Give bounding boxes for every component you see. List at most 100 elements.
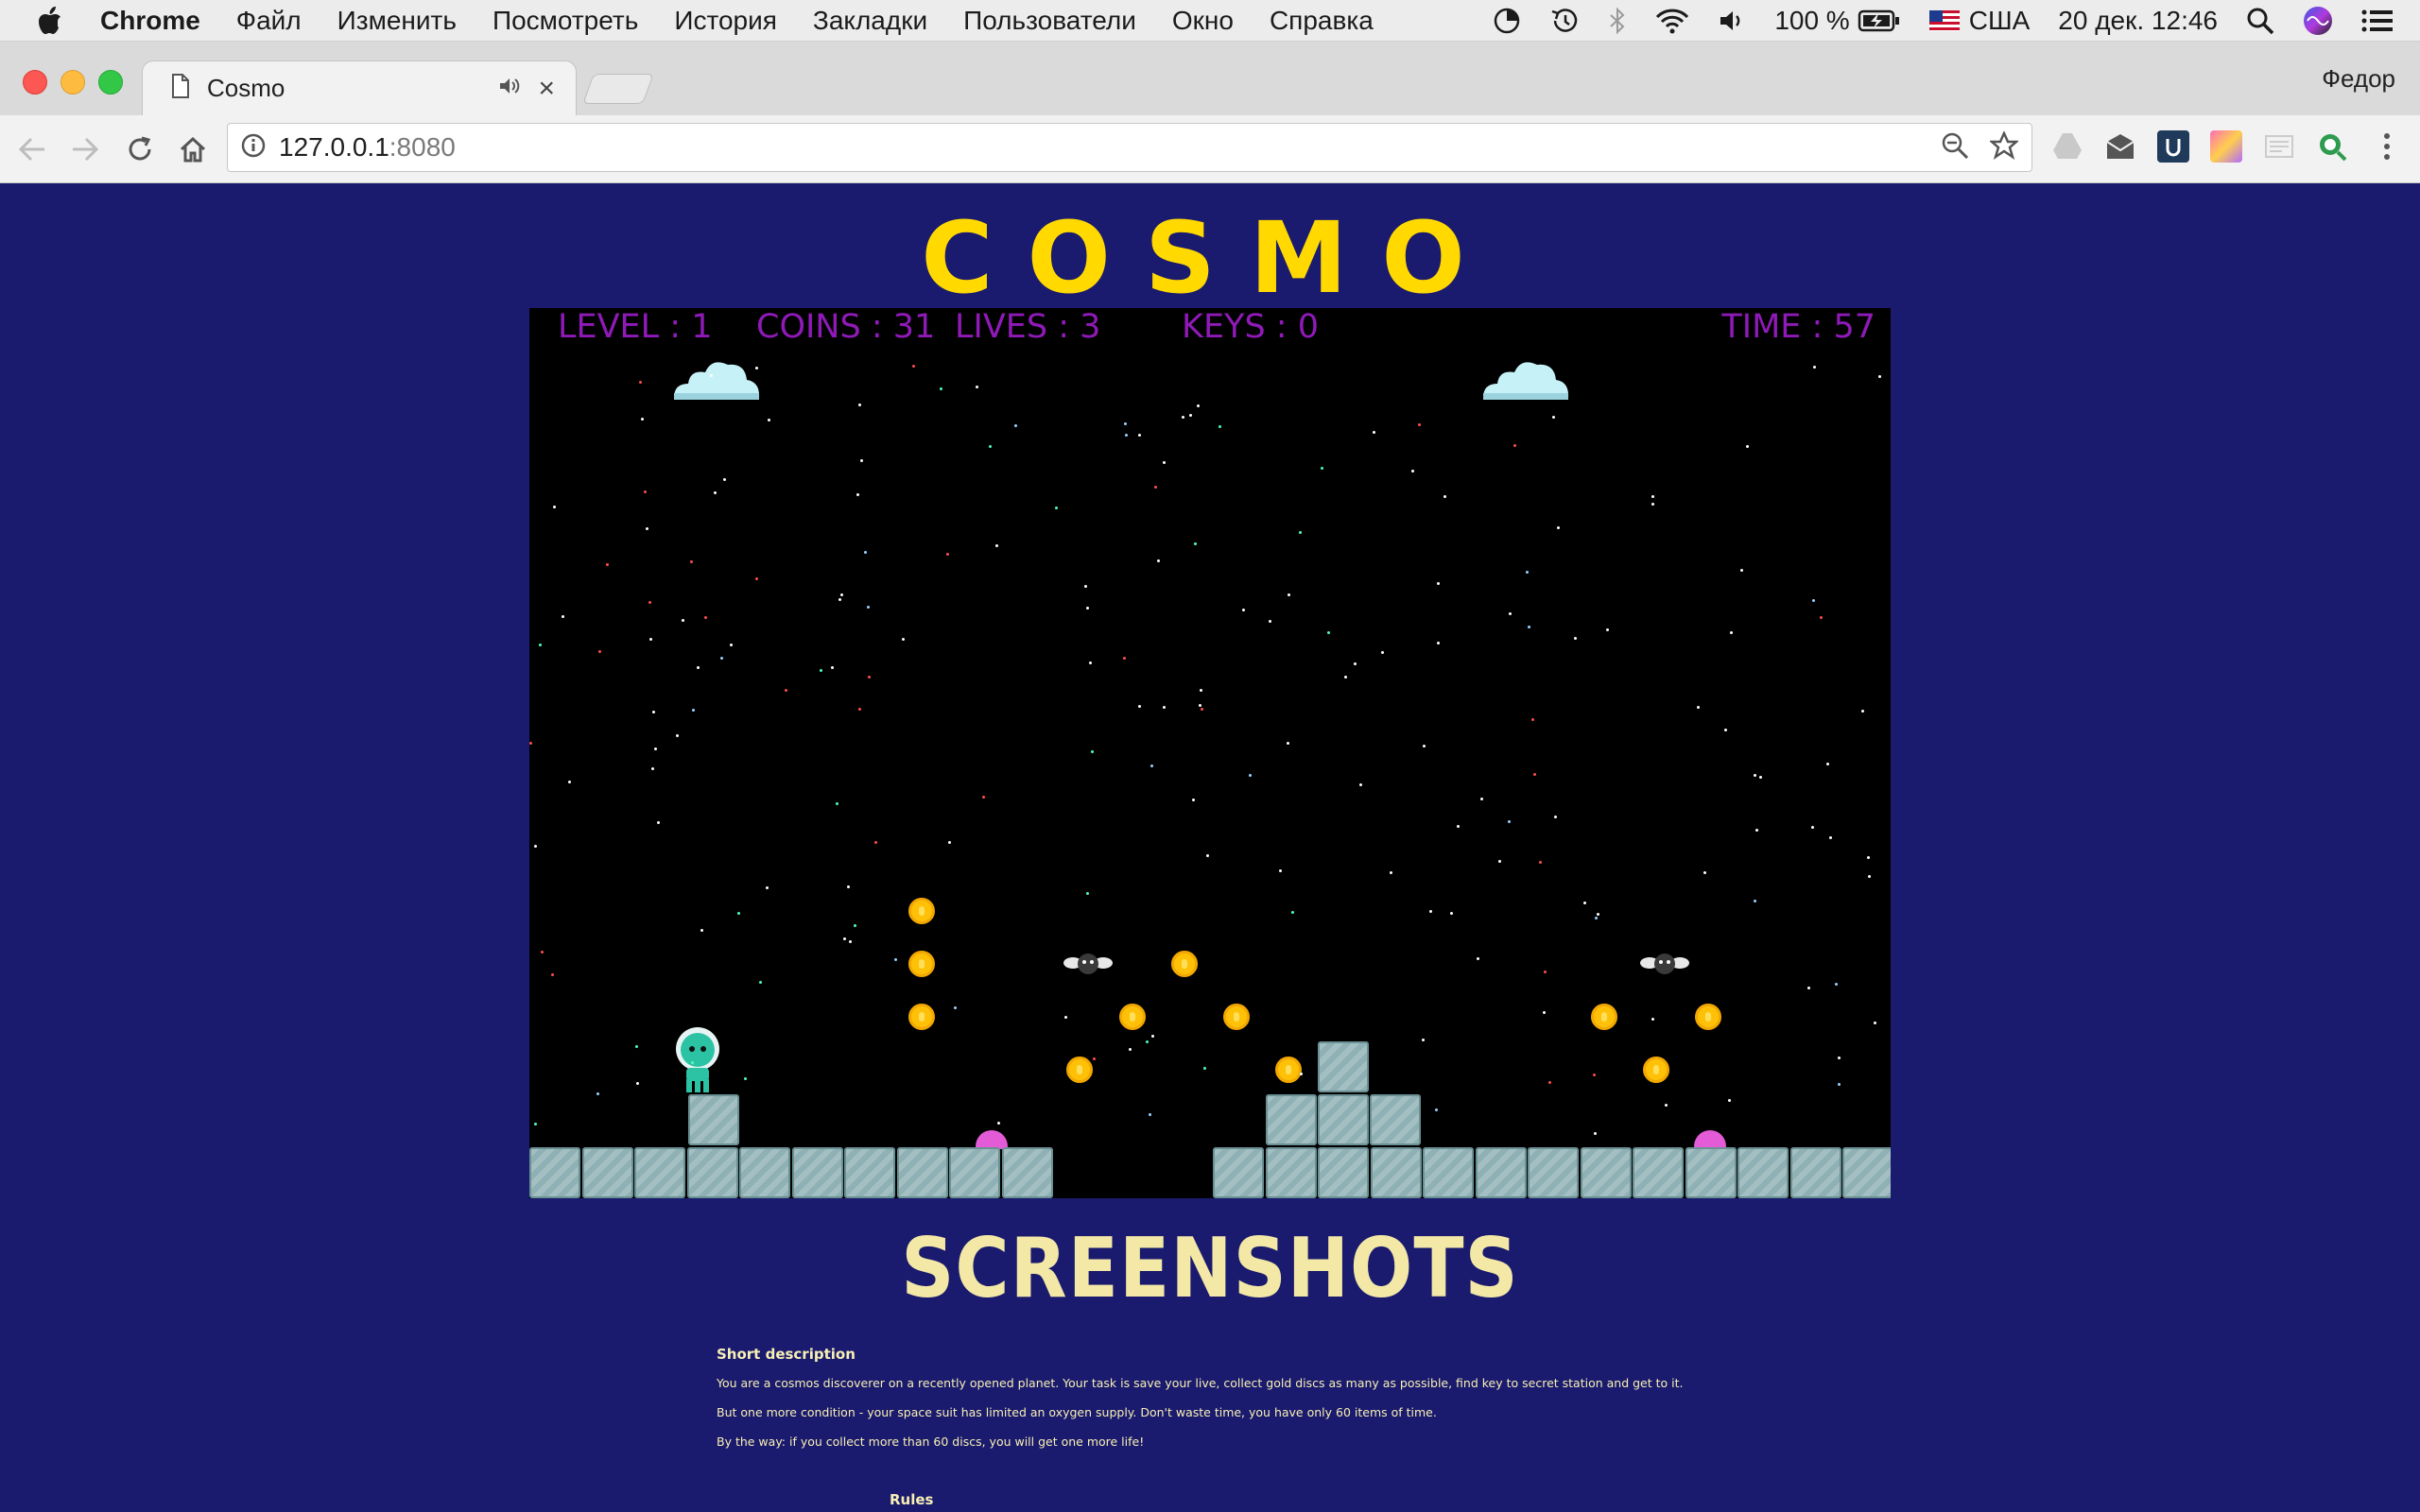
wifi-icon[interactable] — [1655, 8, 1689, 34]
time-machine-icon[interactable] — [1549, 7, 1580, 35]
color-extension-icon[interactable] — [2210, 130, 2242, 163]
star — [1200, 689, 1202, 692]
site-info-icon[interactable] — [241, 133, 266, 163]
star — [1084, 585, 1087, 588]
spotlight-search-icon[interactable] — [2246, 7, 2274, 35]
star — [710, 374, 713, 377]
browser-tab-strip: Cosmo × Федор — [0, 42, 2420, 115]
zoom-out-icon[interactable] — [1941, 131, 1969, 164]
description-paragraph: By the way: if you collect more than 60 … — [717, 1435, 1145, 1449]
star — [1838, 1057, 1841, 1059]
star — [1129, 1048, 1132, 1051]
ground-block — [1580, 1147, 1632, 1198]
star — [1450, 912, 1453, 915]
star — [1299, 531, 1302, 534]
window-minimize-button[interactable] — [60, 70, 85, 94]
home-icon[interactable] — [176, 132, 210, 166]
astronaut-player-icon — [676, 1027, 719, 1092]
star — [1509, 612, 1512, 615]
star — [1724, 729, 1727, 731]
ground-block — [529, 1147, 580, 1198]
reload-icon[interactable] — [123, 132, 157, 166]
gold-coin — [1591, 1004, 1617, 1030]
gold-coin — [1171, 951, 1198, 977]
star — [755, 577, 758, 580]
new-tab-button[interactable] — [582, 74, 654, 104]
star — [1146, 1040, 1149, 1043]
screenshots-heading: SCREENSHOTS — [901, 1221, 1519, 1317]
bookmark-star-icon[interactable] — [1988, 129, 2020, 164]
battery-charging-icon[interactable] — [1858, 9, 1901, 33]
address-bar[interactable]: 127.0.0.1:8080 — [227, 123, 2032, 172]
volume-icon[interactable] — [1718, 8, 1746, 34]
search-extension-icon[interactable] — [2316, 130, 2348, 163]
star — [635, 1045, 638, 1048]
forward-arrow-icon[interactable] — [68, 132, 102, 166]
star — [1163, 461, 1166, 464]
star — [648, 601, 651, 604]
star — [1754, 774, 1756, 777]
star — [1327, 631, 1330, 634]
star — [1086, 607, 1089, 610]
chrome-menu-icon[interactable] — [2371, 130, 2403, 163]
siri-icon[interactable] — [2303, 6, 2333, 36]
ground-block — [1423, 1147, 1474, 1198]
menu-people[interactable]: Пользователи — [963, 6, 1136, 36]
profile-name[interactable]: Федор — [2322, 64, 2395, 94]
menu-file[interactable]: Файл — [236, 6, 302, 36]
star — [1154, 486, 1157, 489]
star — [534, 1123, 537, 1125]
browser-tab-cosmo[interactable]: Cosmo × — [142, 60, 577, 115]
back-arrow-icon[interactable] — [15, 132, 49, 166]
menu-history[interactable]: История — [674, 6, 777, 36]
star — [1321, 467, 1323, 470]
mail-extension-icon[interactable] — [2104, 130, 2136, 163]
screen-time-icon[interactable] — [1493, 7, 1521, 35]
star — [676, 734, 679, 737]
ground-block — [896, 1147, 948, 1198]
star — [1291, 911, 1294, 914]
menu-edit[interactable]: Изменить — [337, 6, 457, 36]
url-host: 127.0.0.1 — [279, 132, 389, 162]
star — [1192, 799, 1195, 801]
google-drive-extension-icon[interactable] — [2051, 130, 2083, 163]
tab-audio-icon[interactable] — [498, 77, 521, 100]
star — [1086, 892, 1089, 895]
star — [744, 1077, 747, 1080]
star — [1498, 860, 1501, 863]
menu-window[interactable]: Окно — [1172, 6, 1234, 36]
star — [691, 1061, 694, 1064]
star — [946, 553, 949, 556]
page-title: COSMO — [921, 200, 1499, 316]
star — [1182, 416, 1184, 419]
hud-coins: COINS : 31 — [756, 308, 936, 346]
star — [1874, 1022, 1876, 1024]
bluetooth-icon[interactable] — [1608, 7, 1627, 35]
menubar-clock[interactable]: 20 дек. 12:46 — [2058, 6, 2218, 36]
game-canvas[interactable]: LEVEL : 1 COINS : 31 LIVES : 3 KEYS : 0 … — [529, 308, 1891, 1198]
window-close-button[interactable] — [23, 70, 47, 94]
menu-bookmarks[interactable]: Закладки — [813, 6, 927, 36]
window-maximize-button[interactable] — [98, 70, 123, 94]
menu-app-chrome[interactable]: Chrome — [100, 6, 200, 36]
star — [1089, 662, 1092, 664]
star — [1203, 1067, 1206, 1070]
star — [849, 940, 852, 943]
star — [1287, 742, 1289, 745]
star — [720, 657, 723, 660]
star — [836, 802, 838, 805]
star — [697, 666, 700, 669]
reader-extension-icon[interactable] — [2263, 130, 2295, 163]
ground-block — [688, 1094, 739, 1145]
us-flag-icon[interactable] — [1928, 10, 1960, 31]
pink-slime-enemy — [976, 1130, 1008, 1149]
menu-view[interactable]: Посмотреть — [493, 6, 638, 36]
star — [1123, 657, 1126, 660]
menu-help[interactable]: Справка — [1270, 6, 1374, 36]
u-extension-icon[interactable] — [2157, 130, 2189, 163]
notification-center-icon[interactable] — [2361, 9, 2394, 33]
apple-menu-icon[interactable] — [38, 6, 66, 36]
input-source-label[interactable]: США — [1969, 6, 2031, 36]
tab-close-icon[interactable]: × — [538, 74, 555, 103]
ground-block — [1318, 1094, 1369, 1145]
